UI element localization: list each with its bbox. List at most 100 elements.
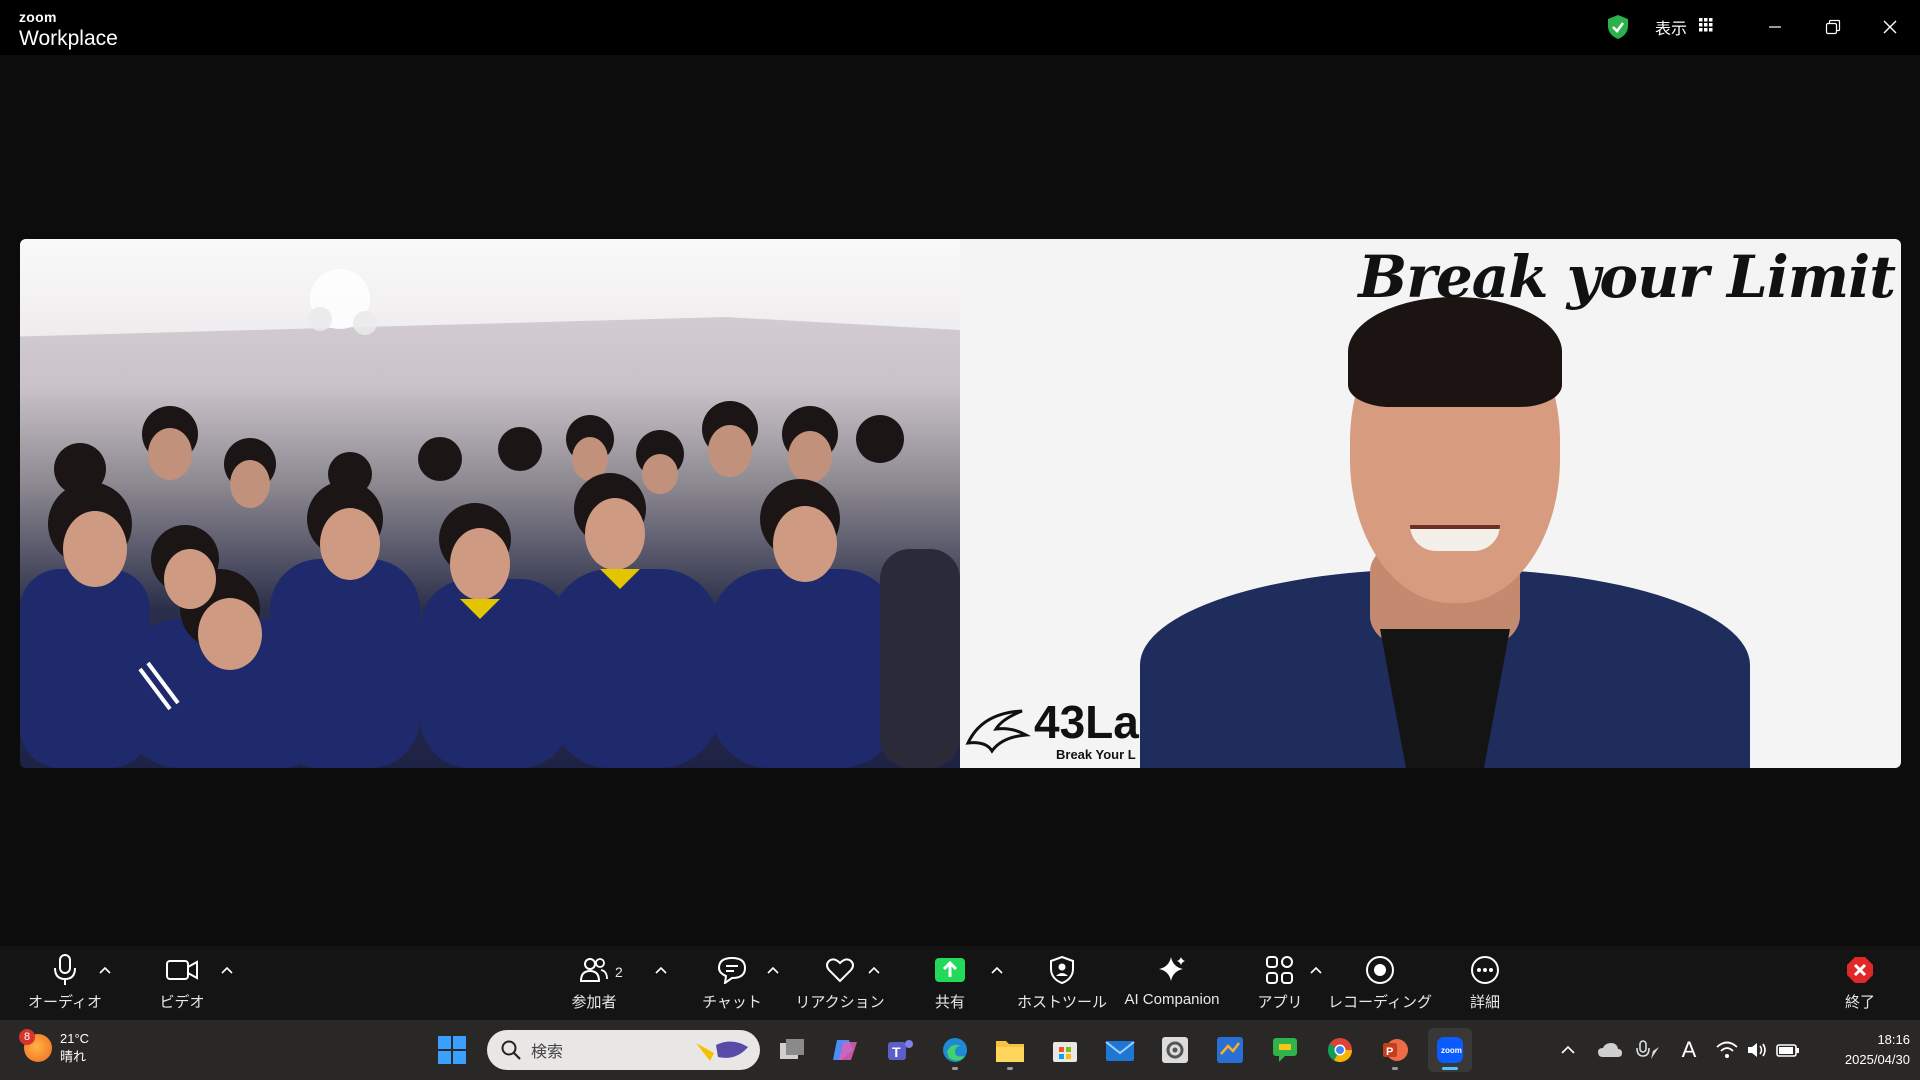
microphone-icon [47, 952, 83, 988]
encryption-shield-icon[interactable] [1606, 14, 1630, 40]
search-placeholder: 検索 [531, 1044, 564, 1061]
crowd-video-frame [20, 269, 960, 768]
mic-location-icon[interactable] [1634, 1020, 1662, 1080]
taskbar-settings-app[interactable] [1153, 1028, 1197, 1072]
video-button[interactable]: ビデオ [150, 952, 214, 1016]
ime-indicator[interactable]: A [1676, 1020, 1702, 1080]
end-label: 終了 [1844, 994, 1875, 1011]
video-options-chevron-up-icon[interactable] [220, 964, 234, 976]
host-tools-button[interactable]: ホストツール [1017, 952, 1107, 1016]
battery-icon[interactable] [1774, 1020, 1802, 1080]
audio-label: オーディオ [28, 994, 102, 1011]
minimize-icon [1769, 26, 1781, 28]
apps-button[interactable]: アプリ [1250, 952, 1310, 1016]
clock-time: 18:16 [1877, 1032, 1910, 1047]
recording-button[interactable]: レコーディング [1328, 952, 1432, 1016]
taskbar-file-explorer[interactable] [988, 1028, 1032, 1072]
video-label: ビデオ [159, 994, 205, 1011]
meeting-toolbar: オーディオ ビデオ 参加者 2 チャット リアクション 共有 ホストツール AI… [0, 946, 1920, 1020]
search-icon [501, 1040, 521, 1060]
app-logo: zoom Workplace [19, 10, 118, 49]
svg-text:T: T [892, 1044, 901, 1060]
taskbar-store[interactable] [1043, 1028, 1087, 1072]
svg-text:zoom: zoom [1441, 1046, 1462, 1055]
apps-label: アプリ [1257, 994, 1303, 1011]
zoom-app-icon: zoom [1437, 1037, 1463, 1063]
taskbar-search[interactable]: 検索 [487, 1030, 760, 1070]
brand-large: Workplace [19, 27, 118, 50]
grid-icon [1699, 17, 1713, 37]
more-button[interactable]: 詳細 [1455, 952, 1515, 1016]
restore-icon [1825, 19, 1841, 35]
audio-button[interactable]: オーディオ [28, 952, 102, 1016]
shark-icon [965, 709, 1031, 754]
taskbar-chat-app[interactable] [1263, 1028, 1307, 1072]
chat-button[interactable]: チャット [700, 952, 764, 1016]
participants-options-chevron-up-icon[interactable] [654, 964, 668, 976]
chrome-icon [1327, 1038, 1352, 1063]
participant-video-team[interactable] [20, 239, 960, 768]
taskbar-task-view[interactable] [770, 1028, 814, 1072]
close-icon [1883, 20, 1897, 34]
view-button[interactable]: 表示 [1655, 14, 1713, 40]
wifi-icon[interactable] [1714, 1020, 1740, 1080]
svg-text:P: P [1386, 1046, 1393, 1058]
windows-icon [438, 1036, 466, 1064]
task-view-icon [780, 1039, 804, 1059]
clock-date: 2025/04/30 [1844, 1052, 1910, 1067]
reactions-label: リアクション [795, 994, 885, 1011]
onedrive-cloud-icon[interactable] [1596, 1020, 1624, 1080]
share-label: 共有 [934, 994, 965, 1011]
chat-options-chevron-up-icon[interactable] [766, 964, 780, 976]
chat-app-icon [1273, 1038, 1297, 1062]
taskbar-edge[interactable] [933, 1028, 977, 1072]
host-tools-label: ホストツール [1017, 994, 1108, 1011]
apps-options-chevron-up-icon[interactable] [1309, 964, 1323, 976]
tray-overflow-chevron-up-icon[interactable] [1556, 1020, 1580, 1080]
search-highlight-icon [696, 1041, 748, 1061]
copilot-icon [833, 1040, 857, 1060]
ai-companion-button[interactable]: AI Companion [1122, 952, 1222, 1016]
start-button[interactable] [430, 1028, 474, 1072]
taskbar-mail[interactable] [1098, 1028, 1142, 1072]
audio-options-chevron-up-icon[interactable] [98, 964, 112, 976]
video-stage: Break your Limit 43La Break Your L [0, 55, 1920, 946]
brand-small: zoom [19, 9, 57, 25]
title-bar: zoom Workplace 表示 [0, 0, 1920, 55]
weather-badge: 8 [19, 1029, 35, 1045]
taskbar-app-blue[interactable] [1208, 1028, 1252, 1072]
edge-icon [943, 1038, 967, 1062]
taskbar-teams[interactable]: T [878, 1028, 922, 1072]
participants-button[interactable]: 参加者 [562, 952, 626, 1016]
end-meeting-button[interactable]: 終了 [1830, 952, 1890, 1016]
volume-icon[interactable] [1744, 1020, 1770, 1080]
weather-condition: 晴れ [60, 1049, 87, 1064]
gear-icon [1162, 1037, 1188, 1063]
weather-widget[interactable]: 8 21°C 晴れ [19, 1029, 90, 1066]
taskbar-powerpoint[interactable]: P [1373, 1028, 1417, 1072]
folder-icon [996, 1041, 1024, 1062]
share-button[interactable]: 共有 [920, 952, 980, 1016]
weather-temperature: 21°C [60, 1031, 90, 1046]
os-taskbar: 8 21°C 晴れ 検索 T P zoom A 18:16 2025/04/30 [0, 1020, 1920, 1080]
store-icon [1053, 1042, 1077, 1062]
taskbar-zoom[interactable]: zoom [1428, 1028, 1472, 1072]
share-options-chevron-up-icon[interactable] [990, 964, 1004, 976]
restore-button[interactable] [1818, 12, 1848, 42]
recording-label: レコーディング [1328, 994, 1432, 1011]
reactions-button[interactable]: リアクション [795, 952, 885, 1016]
chat-bubble-icon [714, 952, 750, 988]
minimize-button[interactable] [1760, 12, 1790, 42]
more-dots-icon [1467, 952, 1503, 988]
clock[interactable]: 18:16 2025/04/30 [1800, 1030, 1910, 1070]
taskbar-chrome[interactable] [1318, 1028, 1362, 1072]
participant-video-host[interactable]: Break your Limit 43La Break Your L [960, 239, 1901, 768]
heart-icon [822, 952, 858, 988]
reactions-options-chevron-up-icon[interactable] [867, 964, 881, 976]
taskbar-copilot[interactable] [823, 1028, 867, 1072]
record-icon [1362, 952, 1398, 988]
chat-label: チャット [702, 994, 762, 1011]
more-label: 詳細 [1469, 994, 1500, 1011]
apps-icon [1262, 952, 1298, 988]
close-button[interactable] [1875, 12, 1905, 42]
